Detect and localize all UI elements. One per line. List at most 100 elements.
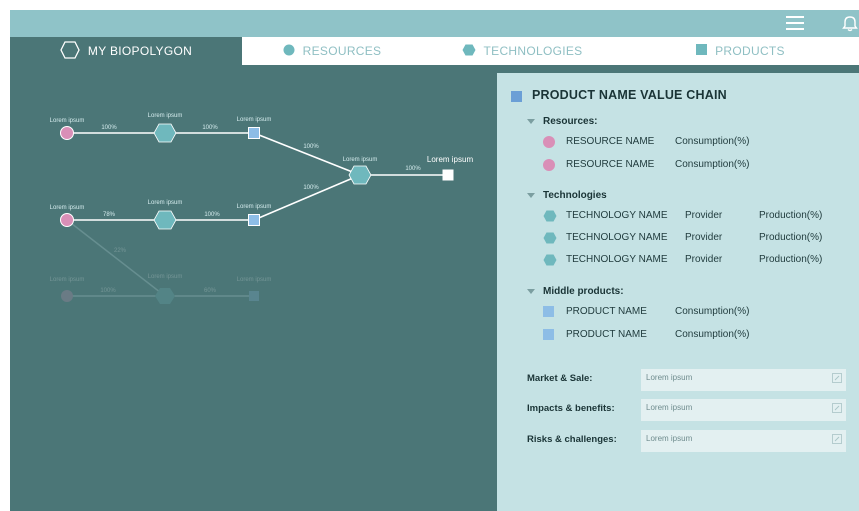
middle-products-section-toggle[interactable]: Middle products: — [527, 286, 624, 297]
tab-resources[interactable]: RESOURCES — [242, 37, 422, 65]
product-metric: Consumption(%) — [675, 306, 750, 317]
app-window: MY BIOPOLYGON RESOURCES TECHNOLOGIES PRO… — [10, 10, 859, 511]
edge-label: 100% — [303, 185, 319, 191]
panel-title: PRODUCT NAME VALUE CHAIN — [532, 88, 727, 102]
risks-challenges-label: Risks & challenges: — [527, 434, 617, 445]
graph-edge — [253, 132, 361, 176]
product-name: PRODUCT NAME — [566, 306, 647, 317]
product-metric: Consumption(%) — [675, 329, 750, 340]
hexagon-outline-icon — [60, 40, 80, 62]
tab-label: RESOURCES — [302, 44, 382, 58]
product-node[interactable] — [248, 127, 260, 139]
hexagon-icon — [462, 44, 476, 59]
resource-metric: Consumption(%) — [675, 159, 750, 170]
edit-icon[interactable] — [832, 373, 842, 383]
technology-provider: Provider — [685, 210, 723, 221]
field-value: Lorem ipsum — [646, 434, 693, 443]
node-label: Lorem ipsum — [427, 155, 474, 164]
technology-node[interactable] — [348, 165, 372, 185]
technology-metric: Production(%) — [759, 254, 823, 265]
resource-node[interactable] — [61, 290, 73, 302]
node-label: Lorem ipsum — [50, 277, 85, 283]
edge-label: 100% — [204, 212, 220, 218]
market-sale-label: Market & Sale: — [527, 373, 593, 384]
edge-label: 100% — [303, 144, 319, 150]
final-product-node[interactable] — [442, 169, 454, 181]
product-node[interactable] — [249, 291, 259, 301]
tab-label: MY BIOPOLYGON — [87, 44, 193, 58]
node-label: Lorem ipsum — [148, 200, 183, 206]
node-label: Lorem ipsum — [237, 204, 272, 210]
resource-circle-icon — [543, 136, 555, 148]
resource-row[interactable]: RESOURCE NAME Consumption(%) — [543, 134, 853, 150]
impacts-benefits-label: Impacts & benefits: — [527, 403, 615, 414]
graph-edge — [66, 219, 166, 297]
resource-name: RESOURCE NAME — [566, 136, 655, 147]
edge-label: 22% — [114, 248, 127, 254]
risks-challenges-field[interactable]: Lorem ipsum — [641, 430, 846, 452]
technology-hexagon-icon — [543, 232, 557, 247]
edge-label: 60% — [204, 288, 217, 294]
edge-label: 78% — [103, 212, 116, 218]
node-label: Lorem ipsum — [237, 277, 272, 283]
product-square-icon — [543, 306, 554, 317]
market-sale-field[interactable]: Lorem ipsum — [641, 369, 846, 391]
edge-label: 100% — [405, 166, 421, 172]
edge-label: 100% — [101, 125, 117, 131]
hamburger-menu-icon[interactable] — [786, 16, 804, 31]
edit-icon[interactable] — [832, 434, 842, 444]
product-node[interactable] — [248, 214, 260, 226]
technology-metric: Production(%) — [759, 232, 823, 243]
product-square-icon — [543, 329, 554, 340]
technology-row[interactable]: TECHNOLOGY NAME Provider Production(%) — [543, 252, 853, 268]
tab-technologies[interactable]: TECHNOLOGIES — [422, 37, 622, 65]
technology-provider: Provider — [685, 232, 723, 243]
edge-label: 100% — [202, 125, 218, 131]
middle-product-row[interactable]: PRODUCT NAME Consumption(%) — [543, 327, 853, 343]
bell-icon[interactable] — [840, 13, 859, 33]
graph-edge — [253, 174, 361, 221]
technology-hexagon-icon — [543, 210, 557, 225]
section-label: Resources: — [543, 116, 598, 127]
technology-provider: Provider — [685, 254, 723, 265]
tab-bar: MY BIOPOLYGON RESOURCES TECHNOLOGIES PRO… — [10, 37, 859, 65]
technology-metric: Production(%) — [759, 210, 823, 221]
square-icon — [511, 91, 522, 102]
node-label: Lorem ipsum — [148, 274, 183, 280]
technology-name: TECHNOLOGY NAME — [566, 232, 668, 243]
field-value: Lorem ipsum — [646, 403, 693, 412]
node-label: Lorem ipsum — [343, 157, 378, 163]
impacts-benefits-field[interactable]: Lorem ipsum — [641, 399, 846, 421]
node-label: Lorem ipsum — [237, 117, 272, 123]
technology-node[interactable] — [153, 123, 177, 143]
field-value: Lorem ipsum — [646, 373, 693, 382]
technology-row[interactable]: TECHNOLOGY NAME Provider Production(%) — [543, 208, 853, 224]
edge-label: 100% — [100, 288, 116, 294]
caret-down-icon — [527, 289, 535, 294]
resource-row[interactable]: RESOURCE NAME Consumption(%) — [543, 157, 853, 173]
circle-icon — [283, 44, 295, 59]
technology-name: TECHNOLOGY NAME — [566, 210, 668, 221]
resources-section-toggle[interactable]: Resources: — [527, 116, 597, 127]
node-label: Lorem ipsum — [50, 118, 85, 124]
node-label: Lorem ipsum — [50, 205, 85, 211]
section-label: Middle products: — [543, 286, 624, 297]
node-label: Lorem ipsum — [148, 113, 183, 119]
resource-metric: Consumption(%) — [675, 136, 750, 147]
value-chain-graph: Lorem ipsum Lorem ipsum Lorem ipsum 100%… — [10, 65, 496, 511]
tab-label: TECHNOLOGIES — [483, 44, 583, 58]
middle-product-row[interactable]: PRODUCT NAME Consumption(%) — [543, 304, 853, 320]
value-chain-panel: PRODUCT NAME VALUE CHAIN Resources: RESO… — [497, 73, 859, 511]
resource-node[interactable] — [60, 213, 74, 227]
square-icon — [696, 44, 708, 58]
resource-node[interactable] — [60, 126, 74, 140]
technologies-section-toggle[interactable]: Technologies — [527, 190, 607, 201]
tab-my-biopolygon[interactable]: MY BIOPOLYGON — [10, 37, 242, 65]
resource-circle-icon — [543, 159, 555, 171]
top-bar — [10, 10, 859, 37]
section-label: Technologies — [543, 190, 607, 201]
edit-icon[interactable] — [832, 403, 842, 413]
tab-products[interactable]: PRODUCTS — [622, 37, 859, 65]
technology-node[interactable] — [153, 210, 177, 230]
technology-row[interactable]: TECHNOLOGY NAME Provider Production(%) — [543, 230, 853, 246]
